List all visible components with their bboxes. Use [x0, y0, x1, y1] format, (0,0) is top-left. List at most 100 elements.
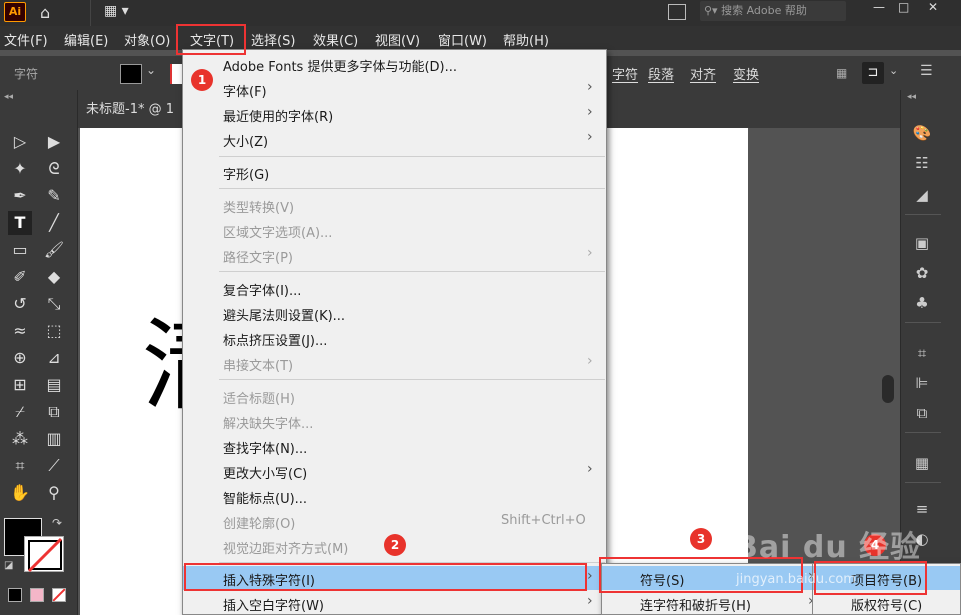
menu-item-recent-fonts[interactable]: 最近使用的字体(R) › [183, 102, 606, 126]
scrollbar-thumb[interactable] [882, 375, 894, 403]
stroke-panel-icon[interactable]: ≡ [911, 498, 933, 520]
menu-item-insert-whitespace[interactable]: 插入空白字符(W) › [183, 591, 606, 615]
submenu-item-label: 连字符和破折号(H) [640, 599, 751, 614]
eraser-tool-icon[interactable]: ◆ [42, 265, 66, 289]
mesh-tool-icon[interactable]: ⊞ [8, 373, 32, 397]
home-icon[interactable]: ⌂ [40, 3, 50, 22]
align-grid-icon[interactable]: ▦ [836, 66, 847, 80]
lasso-tool-icon[interactable]: ᘓ [42, 157, 66, 181]
stroke-color-box[interactable] [24, 536, 64, 573]
app-logo: Ai [4, 2, 26, 22]
align-icon[interactable]: ⊫ [911, 372, 933, 394]
rectangle-tool-icon[interactable]: ▭ [8, 238, 32, 262]
chevron-right-icon: › [587, 245, 593, 261]
menu-file[interactable]: 文件(F) [4, 30, 48, 49]
pen-tool-icon[interactable]: ✒ [8, 184, 32, 208]
artboard-tool-icon[interactable]: ⌗ [8, 454, 32, 478]
pathfinder-icon[interactable]: ⧉ [911, 402, 933, 424]
workspace-switcher-icon[interactable]: ▦ ▾ [104, 3, 129, 19]
menu-help[interactable]: 帮助(H) [503, 30, 549, 49]
default-colors-icon[interactable]: ◪ [4, 560, 13, 571]
selection-tool-icon[interactable]: ▷ [8, 130, 32, 154]
libraries-icon[interactable]: ▣ [911, 232, 933, 254]
chevron-down-icon[interactable]: ⌄ [889, 64, 898, 77]
zoom-tool-icon[interactable]: ⚲ [42, 481, 66, 505]
menu-select[interactable]: 选择(S) [251, 30, 295, 49]
divider [905, 482, 941, 483]
blend-tool-icon[interactable]: ⧉ [42, 400, 66, 424]
swap-colors-icon[interactable]: ↷ [52, 516, 62, 530]
shape-builder-tool-icon[interactable]: ⊕ [8, 346, 32, 370]
menu-item-label: 类型转换(V) [223, 201, 295, 216]
window-maximize-button[interactable]: □ [898, 0, 909, 14]
transform-icon[interactable]: ⌗ [911, 342, 933, 364]
menu-item-font[interactable]: 字体(F) › [183, 77, 606, 101]
menu-item-size[interactable]: 大小(Z) › [183, 127, 606, 151]
chevron-down-icon[interactable]: ⌄ [146, 63, 156, 77]
eyedropper-tool-icon[interactable]: ⌿ [8, 400, 32, 424]
menu-window[interactable]: 窗口(W) [438, 30, 487, 49]
menu-item-label: 区域文字选项(A)... [223, 226, 333, 241]
width-tool-icon[interactable]: ≈ [8, 319, 32, 343]
collapse-icon[interactable]: ◂◂ [4, 92, 13, 102]
menu-item-label: 创建轮廓(O) [223, 517, 296, 532]
menu-edit[interactable]: 编辑(E) [64, 30, 108, 49]
menu-item-label: 路径文字(P) [223, 251, 293, 266]
properties-sliders-icon[interactable]: ☷ [911, 152, 933, 174]
curvature-tool-icon[interactable]: ✎ [42, 184, 66, 208]
shaper-tool-icon[interactable]: ✐ [8, 265, 32, 289]
gradient-tool-icon[interactable]: ▤ [42, 373, 66, 397]
menu-item-label: 视觉边距对齐方式(M) [223, 542, 349, 557]
color-mode-icon[interactable] [8, 588, 22, 602]
help-search-input[interactable]: ⚲▾ 搜索 Adobe 帮助 [700, 1, 846, 21]
menu-separator [219, 379, 605, 380]
magic-wand-tool-icon[interactable]: ✦ [8, 157, 32, 181]
document-arrange-icon[interactable] [668, 4, 686, 20]
perspective-grid-tool-icon[interactable]: ⊿ [42, 346, 66, 370]
swatches-icon[interactable]: ▦ [911, 452, 933, 474]
menu-item-find-font[interactable]: 查找字体(N)... [183, 434, 606, 458]
type-tool-icon[interactable]: T [8, 211, 32, 235]
none-mode-icon[interactable] [52, 588, 66, 602]
menu-separator [219, 156, 605, 157]
document-tab[interactable]: 未标题-1* @ 1 [86, 98, 174, 117]
align-panel-link[interactable]: 对齐 [690, 64, 716, 83]
transform-panel-link[interactable]: 变换 [733, 64, 759, 83]
menu-item-kinsoku-settings[interactable]: 避头尾法则设置(K)... [183, 301, 606, 325]
menu-object[interactable]: 对象(O) [124, 30, 170, 49]
annotation-highlight-box [184, 563, 587, 591]
fill-color-swatch[interactable] [120, 64, 142, 84]
rotate-tool-icon[interactable]: ↺ [8, 292, 32, 316]
window-close-button[interactable]: ✕ [928, 0, 938, 14]
character-panel-link[interactable]: 字符 [612, 64, 638, 83]
panel-toggle-icon[interactable]: ⊐ [862, 62, 884, 84]
menu-item-composite-fonts[interactable]: 复合字体(I)... [183, 276, 606, 300]
free-transform-tool-icon[interactable]: ⬚ [42, 319, 66, 343]
paragraph-panel-link[interactable]: 段落 [648, 64, 674, 83]
symbol-sprayer-tool-icon[interactable]: ⁂ [8, 427, 32, 451]
gradient-mode-icon[interactable] [30, 588, 44, 602]
scale-tool-icon[interactable]: ⤡ [42, 292, 66, 316]
color-palette-icon[interactable]: 🎨 [911, 122, 933, 144]
menu-item-glyphs[interactable]: 字形(G) [183, 160, 606, 184]
collapse-icon[interactable]: ◂◂ [907, 92, 916, 102]
panel-menu-icon[interactable]: ☰ [920, 63, 933, 79]
menu-item-mojikumi-settings[interactable]: 标点挤压设置(J)... [183, 326, 606, 350]
menu-view[interactable]: 视图(V) [375, 30, 420, 49]
hand-tool-icon[interactable]: ✋ [8, 481, 32, 505]
direct-selection-tool-icon[interactable]: ▶ [42, 130, 66, 154]
slice-tool-icon[interactable]: ⟋ [42, 454, 66, 478]
symbols-icon[interactable]: ♣ [911, 292, 933, 314]
menu-effect[interactable]: 效果(C) [313, 30, 358, 49]
menu-item-adobe-fonts[interactable]: Adobe Fonts 提供更多字体与功能(D)... [183, 52, 606, 76]
brushes-icon[interactable]: ✿ [911, 262, 933, 284]
window-minimize-button[interactable]: — [873, 0, 885, 14]
line-tool-icon[interactable]: ╱ [42, 211, 66, 235]
column-graph-tool-icon[interactable]: ▥ [42, 427, 66, 451]
paintbrush-tool-icon[interactable]: 🖌 [42, 238, 66, 262]
menu-separator [219, 271, 605, 272]
gradient-panel-icon[interactable]: ◢ [911, 184, 933, 206]
menu-item-smart-punctuation[interactable]: 智能标点(U)... [183, 484, 606, 508]
menu-item-change-case[interactable]: 更改大小写(C) › [183, 459, 606, 483]
menu-item-label: 大小(Z) [223, 135, 269, 150]
